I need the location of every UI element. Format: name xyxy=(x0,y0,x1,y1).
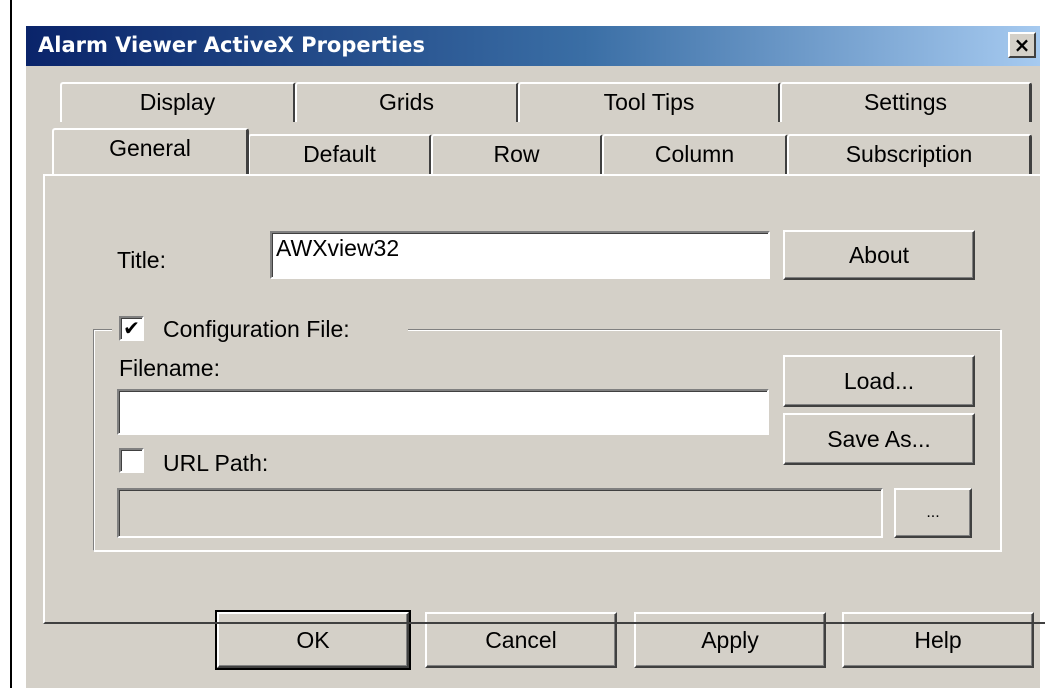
title-bar[interactable]: Alarm Viewer ActiveX Properties × xyxy=(26,26,1040,66)
tab-settings[interactable]: Settings xyxy=(780,82,1032,122)
tab-label: Grids xyxy=(379,89,434,115)
close-icon[interactable]: × xyxy=(1008,32,1036,58)
tab-label: Subscription xyxy=(845,141,973,167)
tab-label: Column xyxy=(654,141,735,167)
tab-label: Tool Tips xyxy=(603,89,695,115)
tab-display[interactable]: Display xyxy=(60,82,296,122)
tab-grids[interactable]: Grids xyxy=(295,82,519,122)
window-title: Alarm Viewer ActiveX Properties xyxy=(38,33,425,57)
tab-general[interactable]: General xyxy=(52,128,249,174)
tab-subscription[interactable]: Subscription xyxy=(787,134,1032,174)
tab-label: General xyxy=(109,135,191,161)
general-tab-panel xyxy=(43,174,1045,624)
tab-label: Settings xyxy=(863,89,948,115)
tab-tool-tips[interactable]: Tool Tips xyxy=(518,82,781,122)
tab-label: Row xyxy=(493,141,540,167)
tab-label: Default xyxy=(303,141,376,167)
left-border-line xyxy=(10,0,12,688)
tab-default[interactable]: Default xyxy=(248,134,432,174)
tab-label: Display xyxy=(139,89,216,115)
tab-column[interactable]: Column xyxy=(602,134,788,174)
properties-dialog: Alarm Viewer ActiveX Properties × Displa… xyxy=(26,26,1045,688)
tab-row[interactable]: Row xyxy=(431,134,603,174)
